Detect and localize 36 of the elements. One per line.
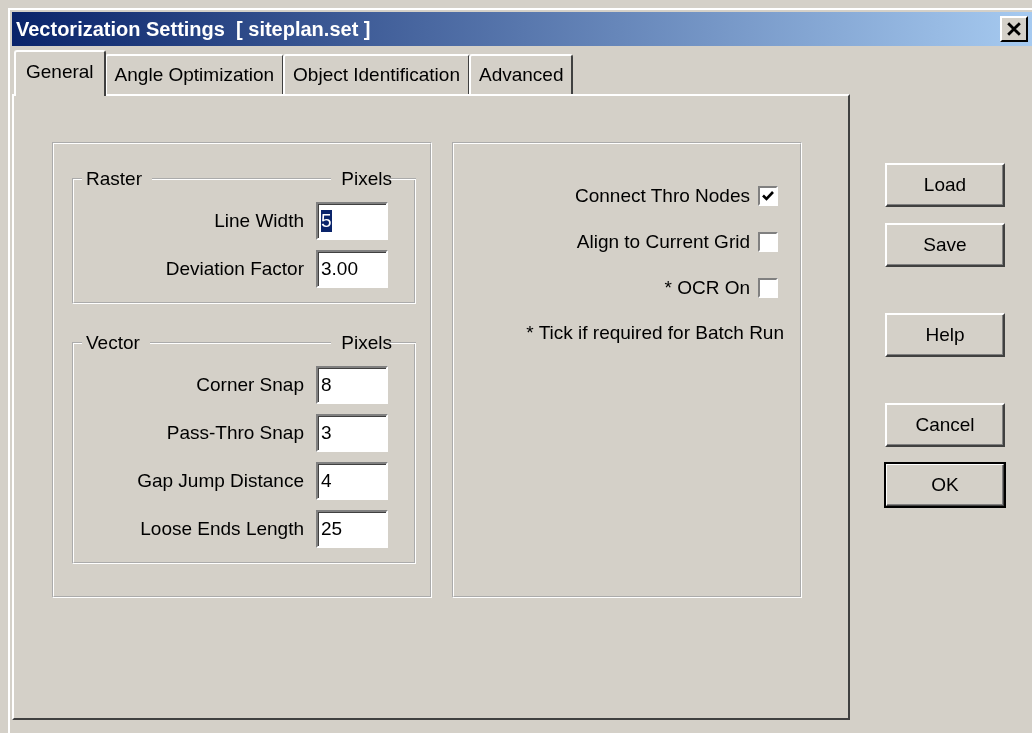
dialog-button[interactable]: Cancel: [885, 403, 1005, 447]
tab[interactable]: Object Identification: [283, 54, 470, 94]
field-label: Corner Snap: [196, 374, 304, 396]
input-field[interactable]: 5: [316, 202, 388, 240]
checkmark-icon: [761, 189, 775, 203]
checkbox[interactable]: [758, 232, 778, 252]
checkbox-label: Connect Thro Nodes: [575, 185, 750, 207]
input-field[interactable]: 3.00: [316, 250, 388, 288]
close-button[interactable]: [1000, 16, 1028, 42]
input-field[interactable]: 4: [316, 462, 388, 500]
input-field[interactable]: 3: [316, 414, 388, 452]
checkbox[interactable]: [758, 278, 778, 298]
field-label: Loose Ends Length: [140, 518, 304, 540]
field-label: Pass-Thro Snap: [166, 422, 304, 444]
tab[interactable]: General: [14, 50, 106, 96]
unit-label: Pixels: [340, 168, 393, 190]
tab[interactable]: Angle Optimization: [104, 54, 285, 94]
checkbox-label: * OCR On: [664, 277, 750, 299]
group-title: Vector: [85, 332, 141, 354]
close-icon: [1007, 22, 1021, 36]
dialog-button[interactable]: Save: [885, 223, 1005, 267]
note-text: * Tick if required for Batch Run: [526, 322, 784, 344]
tab[interactable]: Advanced: [468, 54, 574, 94]
dialog-button[interactable]: Help: [885, 313, 1005, 357]
field-label: Gap Jump Distance: [137, 470, 304, 492]
field-label: Deviation Factor: [165, 258, 304, 280]
dialog-button[interactable]: OK: [885, 463, 1005, 507]
input-field[interactable]: 25: [316, 510, 388, 548]
checkbox[interactable]: [758, 186, 778, 206]
checkbox-label: Align to Current Grid: [576, 231, 750, 253]
input-field[interactable]: 8: [316, 366, 388, 404]
field-label: Line Width: [214, 210, 304, 232]
group-title: Raster: [85, 168, 143, 190]
window-title: Vectorization Settings [ siteplan.set ]: [16, 17, 371, 41]
dialog-button[interactable]: Load: [885, 163, 1005, 207]
unit-label: Pixels: [340, 332, 393, 354]
